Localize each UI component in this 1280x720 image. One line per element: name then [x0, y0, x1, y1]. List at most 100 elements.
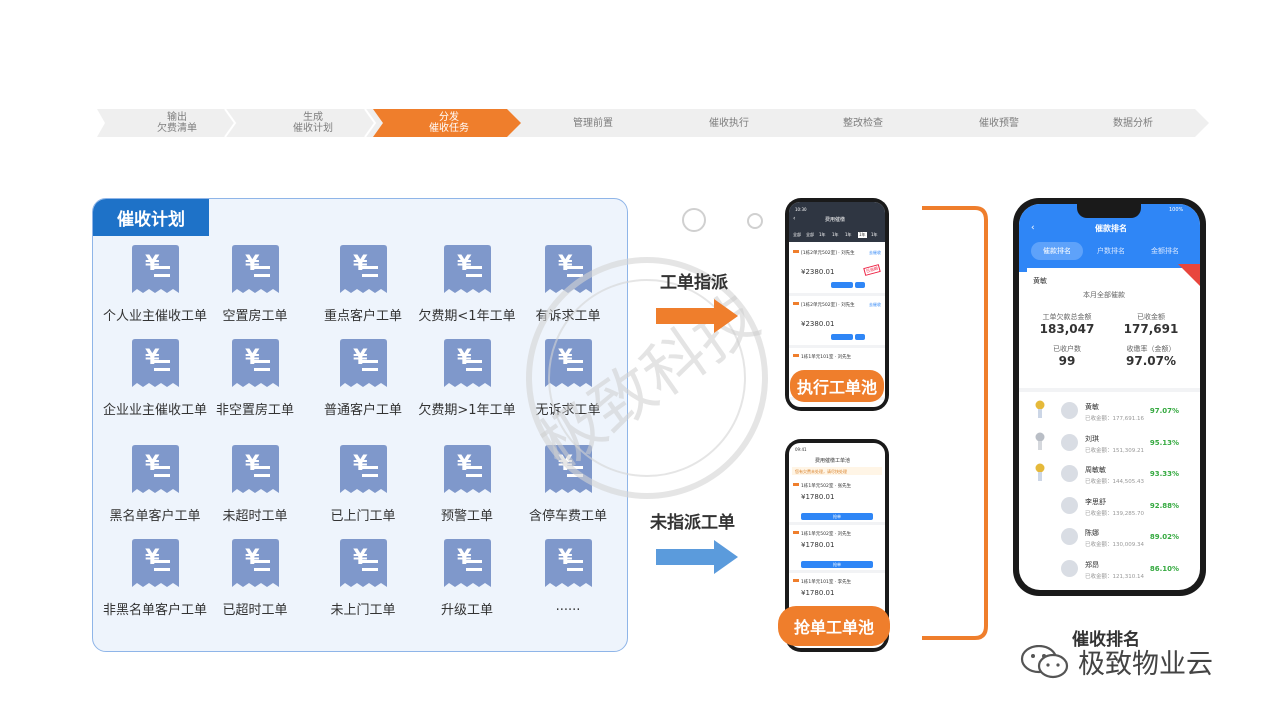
plan-item-label: 含停车费工单: [528, 509, 607, 524]
stat-label: 已收户数: [1053, 345, 1081, 353]
phone-execution-pool: 10:30 费用催缴 ‹ 全部 全部 1年 1年 1年 1年 1年 [1栋2单元502室] …: [785, 198, 889, 411]
rank-amount: 已收金额：151,309.21: [1085, 447, 1144, 454]
step-execution[interactable]: 催收执行: [659, 109, 799, 137]
plan-item[interactable]: ¥ 未超时工单: [195, 445, 315, 524]
plan-item[interactable]: ¥ 空置房工单: [195, 245, 315, 324]
plan-item-label: 已上门工单: [330, 509, 396, 524]
stat-value: 177,691: [1123, 322, 1179, 336]
tab-collection-rank[interactable]: 催款排名: [1031, 242, 1083, 260]
avatar: [1061, 496, 1078, 514]
stat-value: 97.07%: [1126, 354, 1176, 368]
plan-item[interactable]: ¥ 已超时工单: [195, 539, 315, 618]
back-icon[interactable]: ‹: [1031, 223, 1035, 233]
step-label: 分发 催收任务: [429, 112, 469, 134]
step-distribute-tasks[interactable]: 分发 催收任务: [379, 109, 519, 137]
plan-item[interactable]: ¥......: [508, 539, 627, 614]
rank-rate: 89.02%: [1149, 533, 1179, 541]
order-status: 去催收: [869, 302, 881, 307]
order-title: 1栋1单元502室 · 刘先生: [801, 532, 852, 537]
plan-item-label: 无诉求工单: [535, 403, 601, 418]
svg-text:¥: ¥: [245, 545, 260, 569]
grab-pool-badge[interactable]: 抢单工单池: [778, 606, 890, 646]
step-generate-plan[interactable]: 生成 催收计划: [243, 109, 383, 137]
step-warning[interactable]: 催收预警: [929, 109, 1069, 137]
grab-button[interactable]: 抢单: [801, 561, 873, 568]
receipt-yuan-icon: ¥: [131, 245, 179, 293]
step-pre-management[interactable]: 管理前置: [523, 109, 663, 137]
step-label: 催收预警: [979, 117, 1019, 129]
svg-text:¥: ¥: [145, 545, 160, 569]
summary-card: 黄敏 本月全部催款 工单欠款总金额 183,047 已收金额 177,691 已…: [1027, 264, 1200, 386]
ranking-row[interactable]: 黄敏 已收金额：177,691.16 97.07%: [1027, 400, 1179, 430]
filter-tab[interactable]: 全部: [793, 232, 801, 238]
plan-title: 催收计划: [93, 199, 209, 236]
back-icon[interactable]: ‹: [793, 215, 795, 222]
step-label: 数据分析: [1113, 117, 1153, 129]
avatar: [1061, 402, 1078, 419]
ranking-row[interactable]: 周敏敏 已收金额：144,505.43 93.33%: [1027, 463, 1179, 493]
stat-label: 收缴率（金额）: [1126, 345, 1176, 353]
order-status: 去催收: [869, 250, 881, 255]
plan-item[interactable]: ¥ 非空置房工单: [195, 339, 315, 418]
step-label: 生成 催收计划: [293, 112, 333, 134]
filter-tab[interactable]: 1年: [819, 232, 826, 238]
rank-name: 李思舒: [1085, 497, 1106, 506]
battery-text: 100%: [1169, 207, 1184, 213]
plan-item[interactable]: ¥ 重点客户工单: [303, 245, 423, 324]
receipt-yuan-icon: ¥: [231, 445, 279, 493]
svg-text:¥: ¥: [145, 345, 160, 369]
rank-name: 郑昂: [1085, 560, 1099, 569]
order-title: [1栋2单元502室] · 刘先生: [801, 303, 855, 308]
plan-item[interactable]: ¥ 普通客户工单: [303, 339, 423, 418]
step-inspection[interactable]: 整改检查: [793, 109, 933, 137]
step-label: 催收执行: [709, 117, 749, 129]
filter-tab[interactable]: 全部: [806, 232, 814, 238]
rank-amount: 已收金额：144,505.43: [1085, 479, 1144, 485]
phone-title: 费用催缴工单池: [815, 458, 851, 464]
receipt-yuan-icon: ¥: [443, 445, 491, 493]
step-analysis[interactable]: 数据分析: [1063, 109, 1203, 137]
receipt-yuan-icon: ¥: [443, 245, 491, 293]
svg-text:¥: ¥: [457, 545, 472, 569]
svg-text:¥: ¥: [353, 345, 368, 369]
grab-order-card[interactable]: 1栋1单元502室 · 张先生 ¥1780.01 抢单: [789, 479, 885, 525]
avatar: [1061, 528, 1078, 545]
ranking-row[interactable]: 郑昂 已收金额：121,310.14 86.10%: [1027, 558, 1179, 588]
receipt-yuan-icon: ¥: [544, 245, 592, 293]
work-order-card[interactable]: [1栋2单元502室] · 刘先生 去催收 ¥2380.01: [789, 298, 885, 348]
receipt-yuan-icon: ¥: [443, 539, 491, 587]
tab-amount-rank[interactable]: 金额排名: [1139, 242, 1191, 260]
execution-pool-badge[interactable]: 执行工单池: [790, 370, 884, 402]
filter-tab[interactable]: 1年: [871, 232, 878, 238]
grab-button[interactable]: 抢单: [801, 513, 873, 520]
step-label: 整改检查: [843, 117, 883, 129]
svg-text:¥: ¥: [558, 545, 573, 569]
ranking-row[interactable]: 李思舒 已收金额：139,285.70 92.88%: [1027, 495, 1179, 525]
summary-subtitle: 本月全部催款: [1083, 291, 1125, 299]
summary-user: 黄敏: [1033, 277, 1047, 285]
plan-item[interactable]: ¥ 已上门工单: [303, 445, 423, 524]
receipt-yuan-icon: ¥: [131, 539, 179, 587]
ribbon-icon: [1178, 264, 1200, 286]
svg-text:¥: ¥: [245, 345, 260, 369]
assigned-label: 工单指派: [660, 273, 728, 293]
ranking-row[interactable]: 陈娜 已收金额：130,009.34 89.02%: [1027, 526, 1179, 556]
phone-ranking: 100% 催款排名 ‹ 催款排名 户数排名 金额排名 黄敏 本月全部催款 工单欠…: [1013, 198, 1206, 596]
ranking-row[interactable]: 刘琪 已收金额：151,309.21 95.13%: [1027, 432, 1179, 462]
grab-order-card[interactable]: 1栋1单元502室 · 刘先生 ¥1780.01 抢单: [789, 527, 885, 573]
plan-item[interactable]: ¥ 无诉求工单: [508, 339, 627, 418]
filter-tab[interactable]: 1年: [845, 232, 852, 238]
svg-text:¥: ¥: [353, 251, 368, 275]
tab-household-rank[interactable]: 户数排名: [1085, 242, 1137, 260]
plan-item[interactable]: ¥ 有诉求工单: [508, 245, 627, 324]
step-output-arrears[interactable]: 输出 欠费清单: [107, 109, 247, 137]
svg-text:¥: ¥: [145, 251, 160, 275]
filter-tab[interactable]: 1年: [832, 232, 839, 238]
filter-tab[interactable]: 1年: [858, 232, 867, 238]
plan-item-label: 非空置房工单: [215, 403, 294, 418]
rank-amount: 已收金额：130,009.34: [1085, 542, 1144, 548]
plan-item[interactable]: ¥ 含停车费工单: [508, 445, 627, 524]
plan-item[interactable]: ¥ 未上门工单: [303, 539, 423, 618]
medal-icon: [1035, 463, 1045, 481]
phone-grab-pool: 09:41 费用催缴工单池 您有欠费未处理，请尽快处理 1栋1单元502室 · …: [778, 439, 890, 652]
